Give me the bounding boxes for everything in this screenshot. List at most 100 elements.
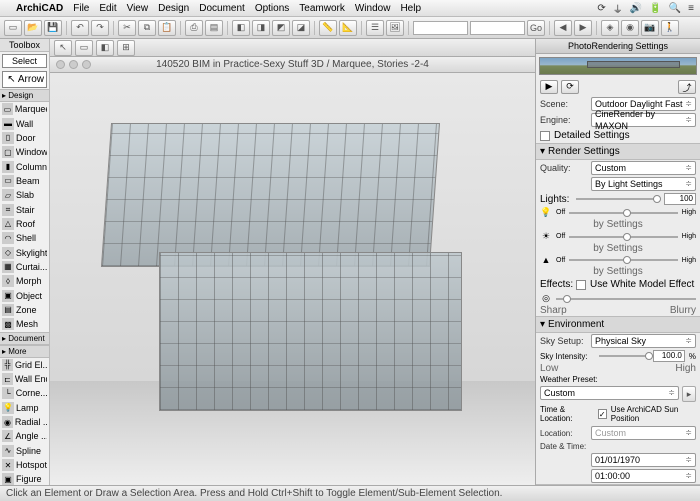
undo-icon[interactable]: ↶	[71, 20, 89, 36]
tool-a-icon[interactable]: ◧	[232, 20, 250, 36]
plot-icon[interactable]: ▤	[205, 20, 223, 36]
lights-slider[interactable]	[576, 194, 660, 204]
coord-y-input[interactable]	[470, 21, 525, 35]
hotspot-tool[interactable]: ✕Hotspot	[0, 458, 49, 472]
select-tool[interactable]: Select	[2, 54, 47, 68]
coord-x-input[interactable]	[413, 21, 468, 35]
tool-c-icon[interactable]: ◩	[272, 20, 290, 36]
cut-icon[interactable]: ✂	[118, 20, 136, 36]
beam-tool[interactable]: ▭Beam	[0, 174, 49, 188]
curtainwall-tool[interactable]: ▦Curtai...	[0, 260, 49, 274]
menu-design[interactable]: Design	[158, 3, 189, 14]
lights-method-select[interactable]: By Light Settings	[591, 177, 696, 191]
column-tool[interactable]: ▮Column	[0, 159, 49, 173]
sync-icon[interactable]: ⟳	[597, 3, 605, 14]
wall-tool[interactable]: ▬Wall	[0, 116, 49, 130]
measure-icon[interactable]: 📏	[319, 20, 337, 36]
nav-back-icon[interactable]: ◀	[554, 20, 572, 36]
window-controls[interactable]	[56, 60, 91, 69]
minimize-icon[interactable]	[69, 60, 78, 69]
door-tool[interactable]: ▯Door	[0, 131, 49, 145]
wifi-icon[interactable]: ⏚	[613, 1, 623, 16]
weather-arrow-icon[interactable]: ▸	[682, 386, 696, 402]
skylight-tool[interactable]: ◇Skylight	[0, 245, 49, 259]
go-button[interactable]: Go	[527, 20, 545, 36]
tool-d-icon[interactable]: ◪	[292, 20, 310, 36]
sky-setup-select[interactable]: Physical Sky	[591, 334, 696, 348]
white-model-checkbox[interactable]	[576, 280, 586, 290]
menu-window[interactable]: Window	[355, 3, 391, 14]
mode-a-icon[interactable]: ↖	[54, 40, 72, 56]
document-group[interactable]: ▸ Document	[0, 332, 49, 345]
blur-slider[interactable]	[556, 294, 696, 304]
mode-d-icon[interactable]: ⊞	[117, 40, 135, 56]
preview-export-icon[interactable]: ⤴	[678, 80, 696, 94]
detailed-checkbox[interactable]	[540, 131, 550, 141]
menu-help[interactable]: Help	[400, 3, 421, 14]
stair-tool[interactable]: ⌗Stair	[0, 202, 49, 216]
more-group[interactable]: ▸ More	[0, 345, 49, 358]
angle-tool[interactable]: ∠Angle ...	[0, 429, 49, 443]
sun-slider[interactable]	[569, 232, 677, 242]
render-settings-section[interactable]: ▾Render Settings	[536, 143, 700, 160]
mode-b-icon[interactable]: ▭	[75, 40, 93, 56]
save-icon[interactable]: 💾	[44, 20, 62, 36]
use-sun-checkbox[interactable]: ✓	[598, 409, 607, 419]
view-section-icon[interactable]: ◉	[621, 20, 639, 36]
close-icon[interactable]	[56, 60, 65, 69]
date-input[interactable]: 01/01/1970	[591, 453, 696, 467]
open-icon[interactable]: 📂	[24, 20, 42, 36]
menu-extra-icon[interactable]: ≡	[688, 3, 694, 14]
zone-tool[interactable]: ▤Zone	[0, 303, 49, 317]
lights-value[interactable]: 100	[664, 193, 696, 205]
view-walk-icon[interactable]: 🚶	[661, 20, 679, 36]
battery-icon[interactable]: 🔋	[649, 3, 661, 14]
weather-select[interactable]: Custom	[540, 386, 679, 400]
marquee-tool[interactable]: ▭Marquee	[0, 102, 49, 116]
nav-fwd-icon[interactable]: ▶	[574, 20, 592, 36]
corner-tool[interactable]: └Corne...	[0, 386, 49, 400]
radial-tool[interactable]: ◉Radial ...	[0, 415, 49, 429]
speaker-icon[interactable]: 🔊	[630, 3, 642, 14]
copy-icon[interactable]: ⧉	[138, 20, 156, 36]
menu-file[interactable]: File	[73, 3, 89, 14]
spotlight-icon[interactable]: 🔍	[669, 3, 681, 14]
mesh-tool[interactable]: ▩Mesh	[0, 317, 49, 331]
arrow-tool[interactable]: ↖Arrow	[2, 71, 47, 88]
render-preview[interactable]	[539, 57, 697, 75]
preview-render-icon[interactable]: ▶	[540, 80, 558, 94]
redo-icon[interactable]: ↷	[91, 20, 109, 36]
tool-b-icon[interactable]: ◨	[252, 20, 270, 36]
environment-section[interactable]: ▾Environment	[536, 316, 700, 333]
slab-tool[interactable]: ▱Slab	[0, 188, 49, 202]
mode-c-icon[interactable]: ◧	[96, 40, 114, 56]
roof-tool[interactable]: △Roof	[0, 217, 49, 231]
shell-tool[interactable]: ◠Shell	[0, 231, 49, 245]
bulb-slider[interactable]	[569, 208, 677, 218]
window-tool[interactable]: ▢Window	[0, 145, 49, 159]
engine-select[interactable]: CineRender by MAXON	[591, 113, 696, 127]
preview-refresh-icon[interactable]: ⟳	[561, 80, 579, 94]
design-group[interactable]: ▸ Design	[0, 89, 49, 102]
layer-icon[interactable]: ☰	[366, 20, 384, 36]
morph-tool[interactable]: ◊Morph	[0, 274, 49, 288]
render-icon[interactable]: 🖼	[386, 20, 404, 36]
menu-edit[interactable]: Edit	[99, 3, 116, 14]
menu-teamwork[interactable]: Teamwork	[299, 3, 345, 14]
3d-viewport[interactable]	[50, 73, 535, 501]
lamp-slider[interactable]	[569, 255, 677, 265]
menu-options[interactable]: Options	[255, 3, 289, 14]
lamp-tool[interactable]: 💡Lamp	[0, 401, 49, 415]
wallend-tool[interactable]: ⊏Wall End	[0, 372, 49, 386]
spline-tool[interactable]: ∿Spline	[0, 444, 49, 458]
gridel-tool[interactable]: ╬Grid El...	[0, 358, 49, 372]
object-tool[interactable]: ▣Object	[0, 288, 49, 302]
view-3d-icon[interactable]: ◈	[601, 20, 619, 36]
view-camera-icon[interactable]: 📷	[641, 20, 659, 36]
print-icon[interactable]: ⎙	[185, 20, 203, 36]
menu-view[interactable]: View	[127, 3, 149, 14]
quality-select[interactable]: Custom	[591, 161, 696, 175]
sky-intensity-value[interactable]: 100.0	[653, 350, 685, 362]
menu-document[interactable]: Document	[199, 3, 245, 14]
new-icon[interactable]: ▭	[4, 20, 22, 36]
